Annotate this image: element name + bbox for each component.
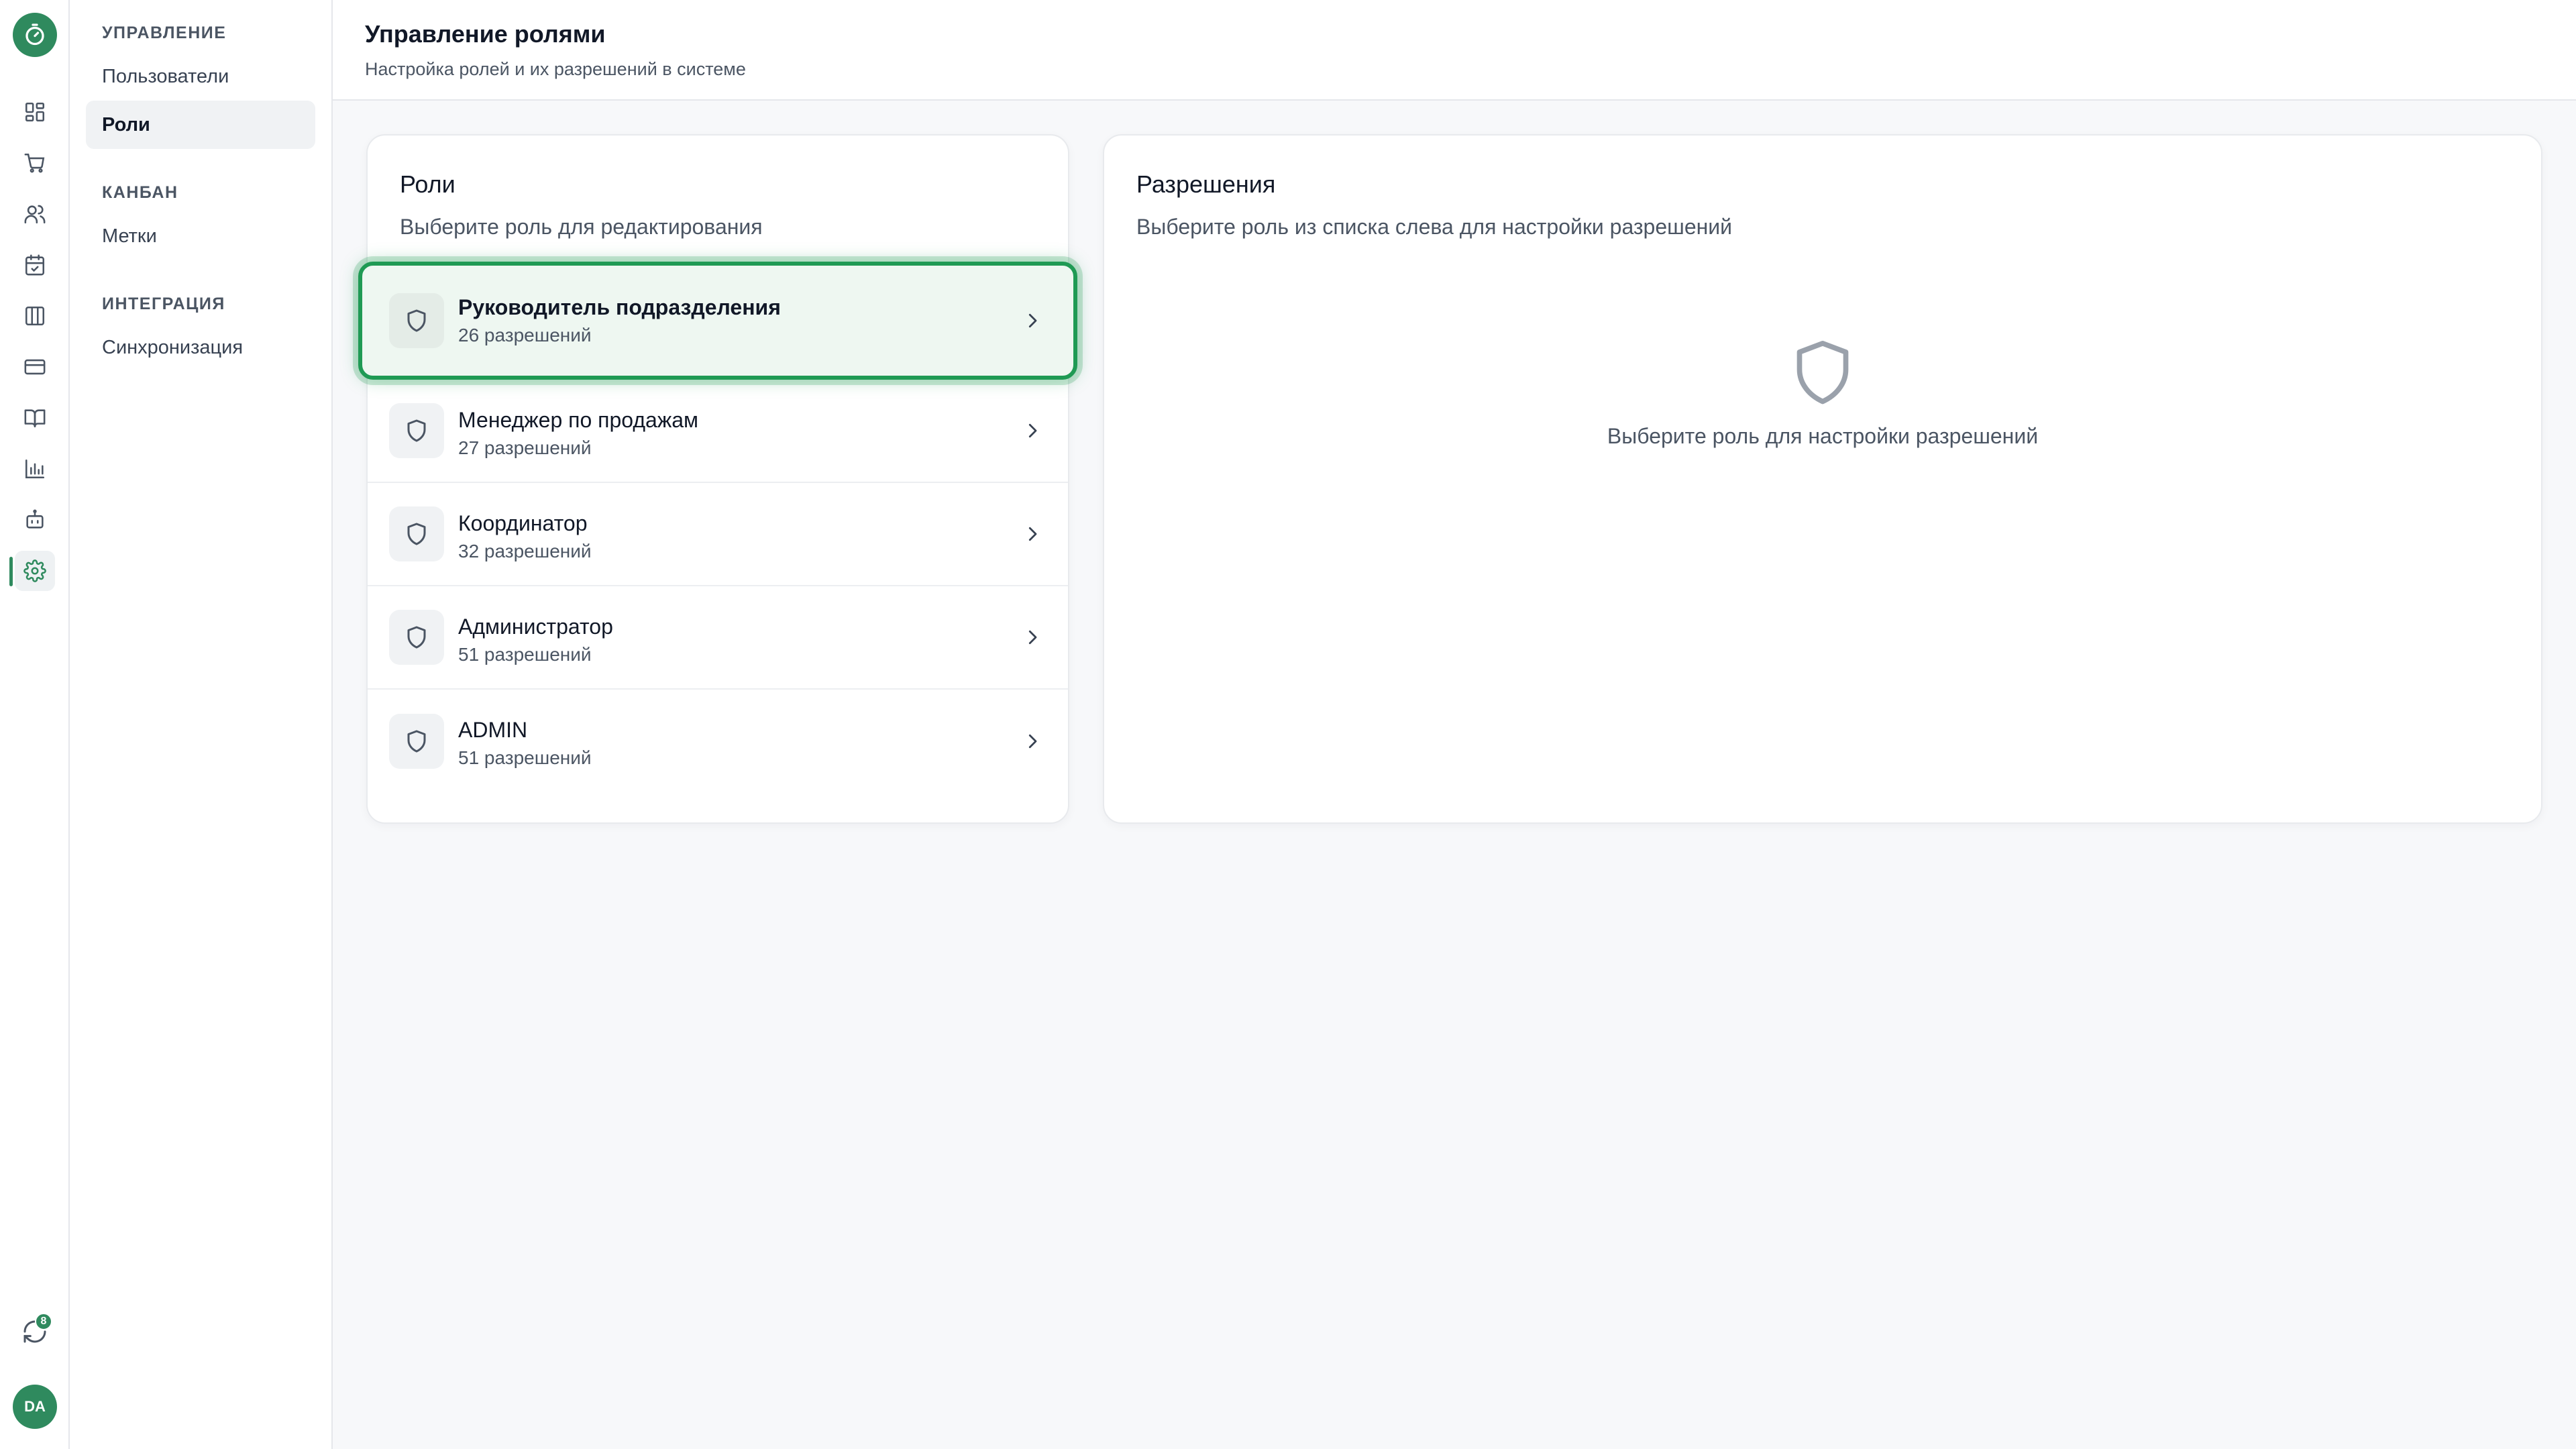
role-permission-count: 26 разрешений <box>458 325 592 345</box>
credit-card-icon <box>24 359 46 375</box>
rail-orders[interactable] <box>15 143 55 183</box>
bot-icon <box>26 509 44 529</box>
page-header: Управление ролями Настройка ролей и их р… <box>333 0 2576 101</box>
permissions-card-subtitle: Выберите роль из списка слева для настро… <box>1136 215 1733 239</box>
role-name: ADMIN <box>458 718 528 742</box>
rail-active-indicator <box>9 557 13 586</box>
shield-icon <box>1796 341 1849 405</box>
chevron-right-icon <box>1028 630 1037 645</box>
rail-settings[interactable] <box>15 551 55 591</box>
role-permission-count: 51 разрешений <box>458 644 592 665</box>
dashboard-icon <box>25 102 45 122</box>
role-item[interactable]: Администратор 51 разрешений <box>368 586 1068 690</box>
permissions-card: Разрешения Выберите роль из списка слева… <box>1103 134 2542 824</box>
permissions-card-title: Разрешения <box>1136 170 1276 198</box>
section-management: УПРАВЛЕНИЕ <box>102 23 227 42</box>
gear-icon <box>23 559 46 582</box>
role-badge <box>389 506 444 561</box>
columns-icon <box>25 306 45 326</box>
role-permission-count: 51 разрешений <box>458 747 592 768</box>
rail-dashboard[interactable] <box>15 92 55 132</box>
chevron-right-icon <box>1028 734 1037 749</box>
sync-badge: 8 <box>35 1313 52 1330</box>
role-name: Администратор <box>458 614 613 639</box>
roles-card-title: Роли <box>400 170 455 198</box>
page-subtitle: Настройка ролей и их разрешений в систем… <box>365 59 746 79</box>
app-logo[interactable] <box>13 13 57 57</box>
chevron-right-icon <box>1028 313 1037 328</box>
book-icon <box>24 409 46 428</box>
shield-icon <box>407 419 426 442</box>
icon-rail: 8 DA <box>0 0 70 1449</box>
shield-icon <box>407 730 426 753</box>
chevron-right-icon <box>1028 527 1037 541</box>
rail-calendar[interactable] <box>15 245 55 285</box>
sidebar-item-sync[interactable]: Синхронизация <box>86 323 315 372</box>
role-item[interactable]: Координатор 32 разрешений <box>368 483 1068 586</box>
role-name: Руководитель подразделения <box>458 295 781 319</box>
role-permission-count: 27 разрешений <box>458 437 592 458</box>
rail-payments[interactable] <box>15 347 55 387</box>
rail-kanban[interactable] <box>15 296 55 336</box>
rail-analytics[interactable] <box>15 449 55 489</box>
shield-icon <box>407 626 426 649</box>
users-icon <box>24 205 46 224</box>
shield-icon <box>407 523 426 545</box>
shield-icon <box>407 309 426 332</box>
calendar-check-icon <box>25 254 45 276</box>
role-item[interactable]: ADMIN 51 разрешений <box>368 690 1068 793</box>
section-kanban: КАНБАН <box>102 183 178 202</box>
page-title: Управление ролями <box>365 20 606 48</box>
role-badge <box>389 403 444 458</box>
rail-users[interactable] <box>15 194 55 234</box>
role-permission-count: 32 разрешений <box>458 541 592 561</box>
bar-chart-icon <box>25 459 45 479</box>
sidebar-item-labels[interactable]: Метки <box>86 212 315 260</box>
role-badge <box>389 610 444 665</box>
settings-sidebar: УПРАВЛЕНИЕ Пользователи Роли КАНБАН Метк… <box>70 0 333 1449</box>
cart-icon <box>24 153 45 173</box>
role-name: Менеджер по продажам <box>458 408 699 432</box>
chevron-right-icon <box>1028 423 1037 438</box>
user-avatar[interactable]: DA <box>13 1385 57 1429</box>
rail-bot[interactable] <box>15 500 55 540</box>
role-badge <box>389 293 444 348</box>
role-badge <box>389 714 444 769</box>
roles-card-subtitle: Выберите роль для редактирования <box>400 215 763 239</box>
role-list: Руководитель подразделения 26 разрешений… <box>358 262 1077 793</box>
sync-button[interactable]: 8 <box>15 1311 55 1352</box>
section-integration: ИНТЕГРАЦИЯ <box>102 294 225 313</box>
role-item-selected[interactable]: Руководитель подразделения 26 разрешений <box>358 262 1077 380</box>
stopwatch-icon <box>25 23 44 46</box>
empty-state-text: Выберите роль для настройки разрешений <box>1607 424 2039 448</box>
sidebar-item-users[interactable]: Пользователи <box>86 52 315 101</box>
roles-card: Роли Выберите роль для редактирования Ру… <box>358 134 1077 824</box>
rail-knowledge[interactable] <box>15 398 55 438</box>
permissions-empty-state: Выберите роль для настройки разрешений <box>1104 338 2541 449</box>
role-name: Координатор <box>458 511 588 535</box>
role-item[interactable]: Менеджер по продажам 27 разрешений <box>368 380 1068 483</box>
sidebar-item-roles[interactable]: Роли <box>86 101 315 149</box>
